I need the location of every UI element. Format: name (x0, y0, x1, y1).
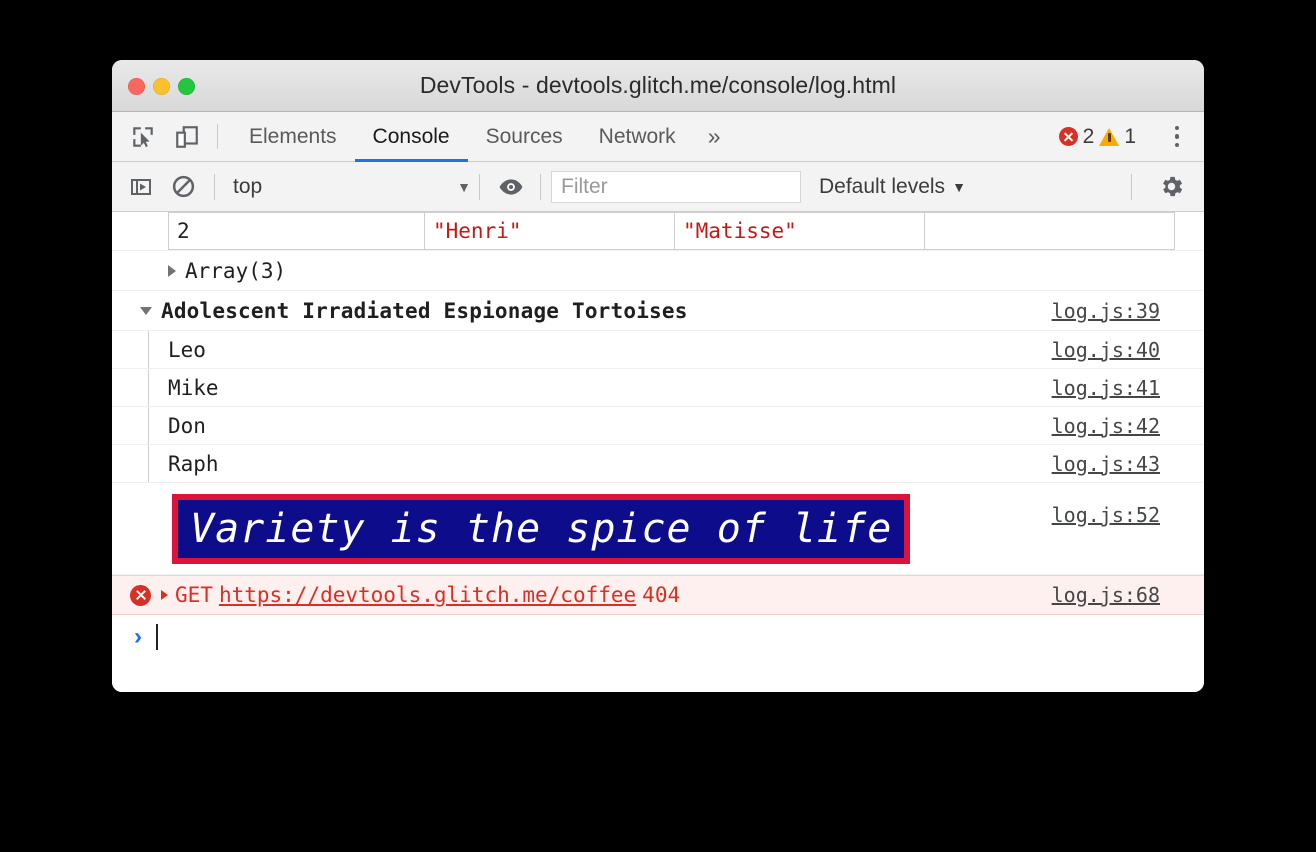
tab-console[interactable]: Console (355, 112, 468, 161)
error-counter[interactable]: 2 (1059, 125, 1095, 149)
error-icon (130, 585, 151, 606)
console-message-text: Raph (168, 452, 219, 476)
devtools-tabbar: Elements Console Sources Network » 2 1 (112, 112, 1204, 162)
warning-icon (1099, 128, 1119, 146)
source-link[interactable]: log.js:40 (1052, 338, 1160, 362)
styled-message-text: Variety is the spice of life (190, 506, 892, 552)
table-cell-index: 2 (169, 213, 425, 250)
warning-counter[interactable]: 1 (1099, 125, 1136, 149)
devtools-tabs: Elements Console Sources Network » (231, 112, 734, 161)
request-url-link[interactable]: https://devtools.glitch.me/coffee (219, 583, 636, 607)
window-titlebar: DevTools - devtools.glitch.me/console/lo… (112, 60, 1204, 112)
table-cell-second: "Matisse" (675, 213, 925, 250)
collapse-triangle-icon[interactable] (140, 307, 152, 315)
close-window-button[interactable] (128, 78, 145, 95)
live-expression-eye-icon[interactable] (494, 170, 528, 204)
console-group-header[interactable]: Adolescent Irradiated Espionage Tortoise… (112, 291, 1204, 331)
console-array-message[interactable]: Array(3) (112, 251, 1204, 291)
styled-message-box: Variety is the spice of life (172, 494, 910, 564)
console-message-text: Mike (168, 376, 219, 400)
execution-context-select[interactable]: top ▼ (229, 175, 479, 199)
toolbar-divider-3 (540, 174, 541, 200)
console-table: 2 "Henri" "Matisse" (168, 212, 1175, 250)
kebab-menu-icon[interactable] (1162, 120, 1192, 154)
error-icon (1059, 127, 1078, 146)
toolbar-divider-2 (479, 174, 480, 200)
execution-context-label: top (233, 175, 262, 199)
console-message-text: Leo (168, 338, 206, 362)
tab-elements[interactable]: Elements (231, 112, 355, 161)
console-group-item[interactable]: Don log.js:42 (112, 407, 1204, 445)
request-method-label: GET (175, 583, 213, 607)
console-message-list[interactable]: 2 "Henri" "Matisse" Array(3) Adolescent … (112, 212, 1204, 692)
console-styled-message[interactable]: Variety is the spice of life log.js:52 (112, 483, 1204, 575)
chevron-down-icon: ▼ (952, 179, 966, 195)
tab-network[interactable]: Network (581, 112, 694, 161)
more-tabs-button[interactable]: » (694, 112, 735, 161)
console-toolbar: top ▼ Filter Default levels ▼ (112, 162, 1204, 212)
console-group-item[interactable]: Leo log.js:40 (112, 331, 1204, 369)
log-levels-label: Default levels (819, 175, 945, 199)
expand-triangle-icon[interactable] (168, 265, 176, 277)
device-toolbar-icon[interactable] (170, 120, 204, 154)
settings-gear-icon[interactable] (1154, 170, 1188, 204)
table-cell-first: "Henri" (425, 213, 675, 250)
console-error-message[interactable]: GET https://devtools.glitch.me/coffee 40… (112, 575, 1204, 615)
source-link[interactable]: log.js:41 (1052, 376, 1160, 400)
source-link[interactable]: log.js:43 (1052, 452, 1160, 476)
console-table-message: 2 "Henri" "Matisse" (112, 212, 1204, 251)
console-group-item[interactable]: Raph log.js:43 (112, 445, 1204, 483)
clear-console-icon[interactable] (166, 170, 200, 204)
filter-input[interactable]: Filter (551, 171, 801, 203)
console-prompt[interactable]: › (112, 615, 1204, 659)
source-link[interactable]: log.js:39 (1052, 299, 1160, 323)
warning-count-label: 1 (1124, 125, 1136, 149)
window-title: DevTools - devtools.glitch.me/console/lo… (112, 72, 1204, 99)
maximize-window-button[interactable] (178, 78, 195, 95)
console-sidebar-icon[interactable] (124, 170, 158, 204)
devtools-window: DevTools - devtools.glitch.me/console/lo… (112, 60, 1204, 692)
toolbar-divider-4 (1131, 174, 1132, 200)
tab-sources[interactable]: Sources (468, 112, 581, 161)
source-link[interactable]: log.js:52 (1052, 503, 1160, 527)
log-levels-select[interactable]: Default levels ▼ (819, 175, 966, 199)
array-label: Array(3) (185, 259, 286, 283)
expand-triangle-icon[interactable] (161, 590, 168, 600)
text-caret (156, 624, 158, 650)
tabbar-right-controls: 2 1 (1059, 112, 1204, 161)
console-group-item[interactable]: Mike log.js:41 (112, 369, 1204, 407)
error-count-label: 2 (1083, 125, 1095, 149)
minimize-window-button[interactable] (153, 78, 170, 95)
console-group-label: Adolescent Irradiated Espionage Tortoise… (161, 299, 688, 323)
toolbar-divider-1 (214, 174, 215, 200)
window-controls (128, 60, 195, 112)
source-link[interactable]: log.js:68 (1052, 583, 1160, 607)
tabbar-tool-icons (112, 112, 204, 161)
source-link[interactable]: log.js:42 (1052, 414, 1160, 438)
inspect-element-icon[interactable] (126, 120, 160, 154)
tabbar-divider (217, 124, 218, 149)
chevron-down-icon: ▼ (457, 179, 479, 195)
table-cell-empty (925, 213, 1175, 250)
console-message-text: Don (168, 414, 206, 438)
status-code-label: 404 (642, 583, 680, 607)
prompt-chevron-icon: › (134, 625, 142, 649)
table-row: 2 "Henri" "Matisse" (169, 213, 1175, 250)
filter-placeholder: Filter (561, 175, 608, 199)
